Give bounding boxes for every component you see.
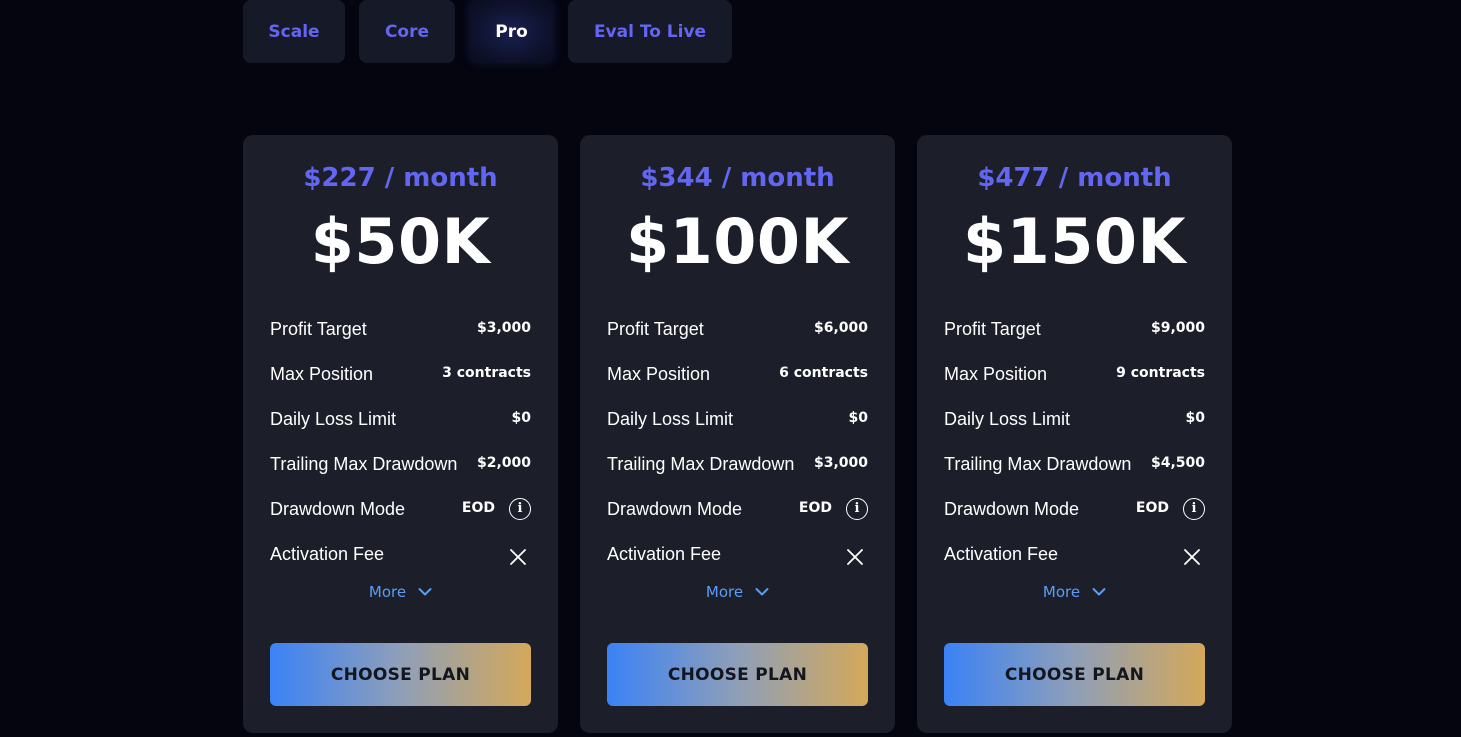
row-value: EOD i	[799, 496, 868, 520]
row-trailing-max-drawdown: Trailing Max Drawdown $2,000	[270, 442, 531, 487]
row-label: Trailing Max Drawdown	[270, 454, 458, 474]
row-trailing-max-drawdown: Trailing Max Drawdown $4,500	[944, 442, 1205, 487]
row-label: Activation Fee	[607, 544, 722, 564]
plan-details: Profit Target $6,000 Max Position 6 cont…	[607, 307, 868, 577]
row-value: 9 contracts	[1116, 364, 1205, 381]
row-value: 3 contracts	[442, 364, 531, 381]
row-value: $3,000	[813, 454, 868, 471]
row-label: Trailing Max Drawdown	[607, 454, 795, 474]
row-label: Profit Target	[270, 319, 367, 339]
row-value: $9,000	[1150, 319, 1205, 336]
plan-cards: $227 / month $50K Profit Target $3,000 M…	[243, 135, 1232, 733]
drawdown-mode-value: EOD	[798, 499, 832, 516]
row-drawdown-mode: Drawdown Mode EOD i	[944, 487, 1205, 532]
row-value: $6,000	[813, 319, 868, 336]
row-profit-target: Profit Target $3,000	[270, 307, 531, 352]
tab-scale[interactable]: Scale	[243, 0, 345, 63]
row-label: Trailing Max Drawdown	[944, 454, 1132, 474]
plan-size: $150K	[962, 205, 1187, 278]
row-label: Max Position	[270, 364, 374, 384]
row-value: $2,000	[476, 454, 531, 471]
row-value: $4,500	[1150, 454, 1205, 471]
plan-card-50k: $227 / month $50K Profit Target $3,000 M…	[243, 135, 558, 733]
tab-pro[interactable]: Pro	[469, 0, 554, 63]
choose-plan-button[interactable]: CHOOSE PLAN	[270, 643, 531, 706]
row-label: Drawdown Mode	[607, 499, 743, 519]
x-icon	[510, 548, 526, 565]
row-label: Drawdown Mode	[944, 499, 1080, 519]
x-icon	[847, 548, 863, 565]
row-activation-fee: Activation Fee	[270, 532, 531, 577]
more-toggle[interactable]: More	[243, 583, 558, 601]
row-value: 6 contracts	[779, 364, 868, 381]
row-label: Activation Fee	[270, 544, 385, 564]
plan-price: $344 / month	[640, 163, 835, 193]
row-label: Max Position	[607, 364, 711, 384]
plan-details: Profit Target $3,000 Max Position 3 cont…	[270, 307, 531, 577]
more-label: More	[705, 583, 744, 601]
drawdown-mode-value: EOD	[461, 499, 495, 516]
plan-price: $227 / month	[303, 163, 498, 193]
row-profit-target: Profit Target $6,000	[607, 307, 868, 352]
row-max-position: Max Position 6 contracts	[607, 352, 868, 397]
chevron-down-icon	[418, 588, 432, 596]
plan-size: $50K	[310, 205, 491, 278]
plan-card-100k: $344 / month $100K Profit Target $6,000 …	[580, 135, 895, 733]
row-value: EOD i	[462, 496, 531, 520]
plan-price: $477 / month	[977, 163, 1172, 193]
plan-size: $100K	[625, 205, 850, 278]
row-label: Profit Target	[944, 319, 1041, 339]
drawdown-mode-value: EOD	[1135, 499, 1169, 516]
row-label: Drawdown Mode	[270, 499, 406, 519]
chevron-down-icon	[755, 588, 769, 596]
row-trailing-max-drawdown: Trailing Max Drawdown $3,000	[607, 442, 868, 487]
row-daily-loss-limit: Daily Loss Limit $0	[607, 397, 868, 442]
row-label: Daily Loss Limit	[607, 409, 734, 429]
row-drawdown-mode: Drawdown Mode EOD i	[607, 487, 868, 532]
row-drawdown-mode: Drawdown Mode EOD i	[270, 487, 531, 532]
row-label: Activation Fee	[944, 544, 1059, 564]
info-icon[interactable]: i	[509, 497, 531, 520]
choose-plan-button[interactable]: CHOOSE PLAN	[944, 643, 1205, 706]
row-label: Profit Target	[607, 319, 704, 339]
choose-plan-button[interactable]: CHOOSE PLAN	[607, 643, 868, 706]
row-value: $0	[848, 409, 868, 426]
row-max-position: Max Position 9 contracts	[944, 352, 1205, 397]
x-icon	[1184, 548, 1200, 565]
row-activation-fee: Activation Fee	[944, 532, 1205, 577]
info-icon[interactable]: i	[846, 497, 868, 520]
row-label: Daily Loss Limit	[944, 409, 1071, 429]
tab-core[interactable]: Core	[359, 0, 455, 63]
row-daily-loss-limit: Daily Loss Limit $0	[944, 397, 1205, 442]
plan-tabs: Scale Core Pro Eval To Live	[243, 0, 732, 63]
row-value: $3,000	[476, 319, 531, 336]
more-toggle[interactable]: More	[917, 583, 1232, 601]
tab-eval-to-live[interactable]: Eval To Live	[568, 0, 732, 63]
chevron-down-icon	[1092, 588, 1106, 596]
row-profit-target: Profit Target $9,000	[944, 307, 1205, 352]
plan-details: Profit Target $9,000 Max Position 9 cont…	[944, 307, 1205, 577]
more-label: More	[1042, 583, 1081, 601]
row-value: $0	[511, 409, 531, 426]
plan-card-150k: $477 / month $150K Profit Target $9,000 …	[917, 135, 1232, 733]
more-label: More	[368, 583, 407, 601]
row-label: Max Position	[944, 364, 1048, 384]
info-icon[interactable]: i	[1183, 497, 1205, 520]
row-max-position: Max Position 3 contracts	[270, 352, 531, 397]
row-value: EOD i	[1136, 496, 1205, 520]
more-toggle[interactable]: More	[580, 583, 895, 601]
row-activation-fee: Activation Fee	[607, 532, 868, 577]
row-daily-loss-limit: Daily Loss Limit $0	[270, 397, 531, 442]
row-value: $0	[1185, 409, 1205, 426]
row-label: Daily Loss Limit	[270, 409, 397, 429]
